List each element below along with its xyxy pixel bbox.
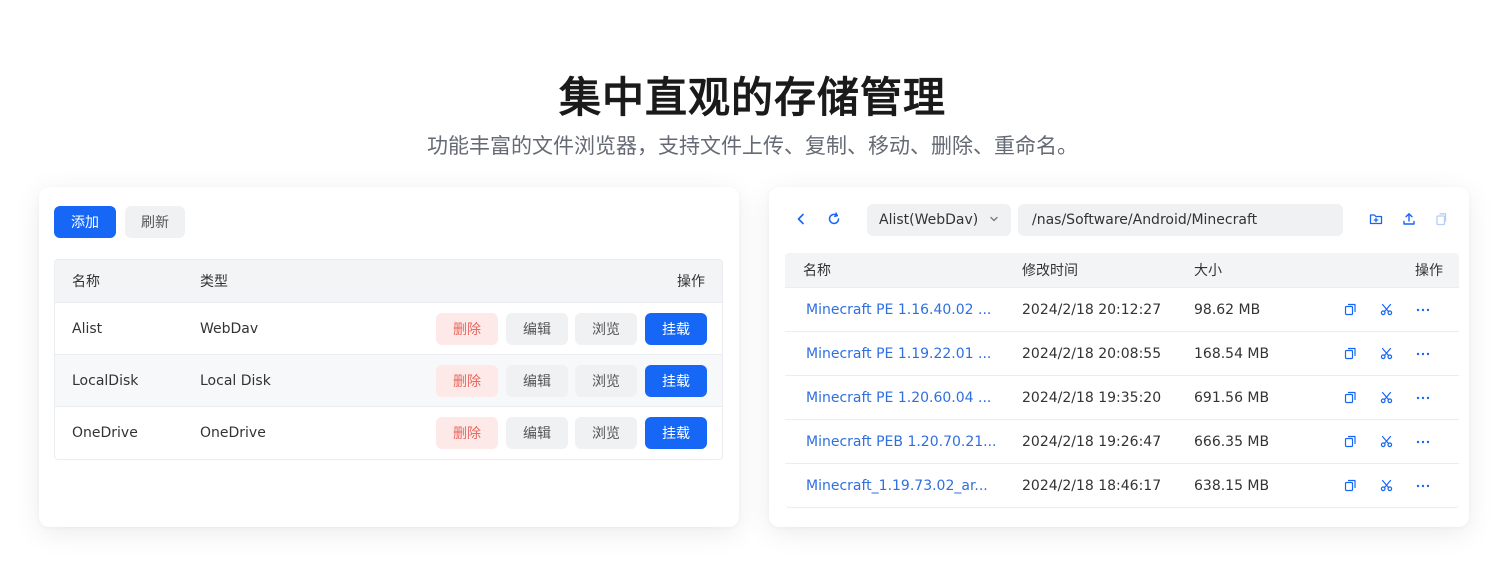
- file-size: 666.35 MB: [1194, 433, 1270, 450]
- storage-name: Alist: [72, 320, 103, 337]
- mount-button[interactable]: 挂载: [645, 365, 707, 397]
- browse-button[interactable]: 浏览: [575, 313, 637, 345]
- storage-type: Local Disk: [200, 372, 271, 389]
- storage-select-value: Alist(WebDav): [879, 212, 979, 228]
- delete-button[interactable]: 删除: [436, 417, 498, 449]
- storage-table: 名称 类型 操作 Alist WebDav 删除 编辑 浏览 挂载 LocalD…: [54, 259, 723, 460]
- mount-button[interactable]: 挂载: [645, 313, 707, 345]
- table-row: Alist WebDav 删除 编辑 浏览 挂载: [55, 302, 722, 354]
- table-row: Minecraft PE 1.16.40.02 ... 2024/2/18 20…: [785, 287, 1459, 331]
- file-size: 98.62 MB: [1194, 301, 1261, 318]
- more-icon[interactable]: [1415, 302, 1431, 318]
- copy-icon[interactable]: [1342, 390, 1358, 406]
- refresh-icon[interactable]: [824, 209, 844, 229]
- file-modified: 2024/2/18 19:26:47: [1022, 433, 1162, 450]
- more-icon[interactable]: [1415, 434, 1431, 450]
- file-name-link[interactable]: Minecraft PEB 1.20.70.21...: [806, 434, 997, 450]
- edit-button[interactable]: 编辑: [506, 313, 568, 345]
- file-size: 168.54 MB: [1194, 345, 1270, 362]
- scissors-icon[interactable]: [1378, 346, 1394, 362]
- file-table: 名称 修改时间 大小 操作 Minecraft PE 1.16.40.02 ..…: [785, 253, 1459, 508]
- column-header-size: 大小: [1194, 263, 1222, 279]
- storage-name: OneDrive: [72, 424, 138, 441]
- file-name-link[interactable]: Minecraft PE 1.19.22.01 ...: [806, 346, 991, 362]
- scissors-icon[interactable]: [1378, 434, 1394, 450]
- storage-name: LocalDisk: [72, 372, 139, 389]
- scissors-icon[interactable]: [1378, 478, 1394, 494]
- more-icon[interactable]: [1415, 346, 1431, 362]
- more-icon[interactable]: [1415, 390, 1431, 406]
- edit-button[interactable]: 编辑: [506, 365, 568, 397]
- browse-button[interactable]: 浏览: [575, 417, 637, 449]
- hero-subtitle: 功能丰富的文件浏览器，支持文件上传、复制、移动、删除、重命名。: [427, 134, 1078, 158]
- file-browser-panel: Alist(WebDav) 名称 修改时间 大小 操作 Minecraft PE…: [769, 187, 1469, 527]
- refresh-button[interactable]: 刷新: [125, 206, 185, 238]
- file-modified: 2024/2/18 20:08:55: [1022, 345, 1162, 362]
- file-modified: 2024/2/18 18:46:17: [1022, 477, 1162, 494]
- hero-title: 集中直观的存储管理: [558, 73, 946, 122]
- more-icon[interactable]: [1415, 478, 1431, 494]
- file-name-link[interactable]: Minecraft PE 1.16.40.02 ...: [806, 302, 991, 318]
- scissors-icon[interactable]: [1378, 390, 1394, 406]
- table-row: Minecraft PEB 1.20.70.21... 2024/2/18 19…: [785, 419, 1459, 463]
- column-header-type: 类型: [200, 274, 228, 290]
- upload-icon[interactable]: [1399, 209, 1419, 229]
- chevron-down-icon: [989, 212, 999, 228]
- table-row: LocalDisk Local Disk 删除 编辑 浏览 挂载: [55, 354, 722, 406]
- table-row: Minecraft_1.19.73.02_ar... 2024/2/18 18:…: [785, 463, 1459, 507]
- storage-panel: 添加 刷新 名称 类型 操作 Alist WebDav 删除 编辑 浏览 挂载 …: [39, 187, 739, 527]
- storage-select[interactable]: Alist(WebDav): [867, 204, 1011, 236]
- table-header: 名称 修改时间 大小 操作: [785, 253, 1459, 287]
- file-modified: 2024/2/18 19:35:20: [1022, 389, 1162, 406]
- browse-button[interactable]: 浏览: [575, 365, 637, 397]
- table-row: Minecraft PE 1.19.22.01 ... 2024/2/18 20…: [785, 331, 1459, 375]
- column-header-name: 名称: [72, 274, 100, 290]
- copy-icon[interactable]: [1342, 478, 1358, 494]
- storage-type: OneDrive: [200, 424, 266, 441]
- file-size: 691.56 MB: [1194, 389, 1270, 406]
- column-header-actions: 操作: [677, 274, 705, 290]
- table-header: 名称 类型 操作: [55, 260, 722, 302]
- chevron-left-icon[interactable]: [791, 209, 811, 229]
- column-header-actions: 操作: [1415, 263, 1443, 279]
- delete-button[interactable]: 删除: [436, 313, 498, 345]
- path-input[interactable]: [1018, 204, 1343, 236]
- copy-icon[interactable]: [1342, 302, 1358, 318]
- scissors-icon[interactable]: [1378, 302, 1394, 318]
- new-folder-icon[interactable]: [1366, 209, 1386, 229]
- column-header-modified: 修改时间: [1022, 263, 1078, 279]
- file-modified: 2024/2/18 20:12:27: [1022, 301, 1162, 318]
- add-button[interactable]: 添加: [54, 206, 116, 238]
- mount-button[interactable]: 挂载: [645, 417, 707, 449]
- copy-icon[interactable]: [1342, 434, 1358, 450]
- file-name-link[interactable]: Minecraft PE 1.20.60.04 ...: [806, 390, 991, 406]
- edit-button[interactable]: 编辑: [506, 417, 568, 449]
- column-header-name: 名称: [803, 263, 831, 279]
- storage-type: WebDav: [200, 320, 259, 337]
- file-name-link[interactable]: Minecraft_1.19.73.02_ar...: [806, 478, 988, 494]
- file-size: 638.15 MB: [1194, 477, 1270, 494]
- delete-button[interactable]: 删除: [436, 365, 498, 397]
- table-row: Minecraft PE 1.20.60.04 ... 2024/2/18 19…: [785, 375, 1459, 419]
- table-row: OneDrive OneDrive 删除 编辑 浏览 挂载: [55, 406, 722, 458]
- paste-icon[interactable]: [1431, 209, 1451, 229]
- copy-icon[interactable]: [1342, 346, 1358, 362]
